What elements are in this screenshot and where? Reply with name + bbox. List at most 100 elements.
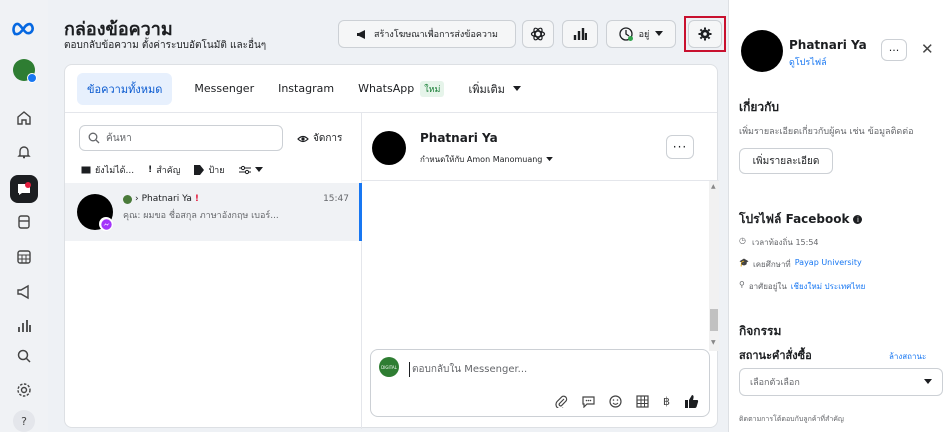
conversation-preview: คุณ: ผมขอ ชื่อสกุล ภาษาอังกฤษ เบอร์... <box>123 211 279 221</box>
global-nav: ? <box>0 0 48 432</box>
add-details-button[interactable]: เพิ่มรายละเอียด <box>739 148 833 174</box>
local-time: เวลาท้องถิ่น 15:54 <box>751 238 819 247</box>
location-row: ⚲ อาศัยอยู่ใน เชียงใหม่ ประเทศไทย <box>739 280 865 293</box>
tab-more[interactable]: เพิ่มเติม <box>468 80 521 98</box>
eye-icon <box>297 134 309 144</box>
order-status-select[interactable]: เลือกตัวเลือก <box>739 368 943 396</box>
tab-instagram[interactable]: Instagram <box>278 82 334 95</box>
page-avatar-icon[interactable] <box>13 59 37 83</box>
clock-icon: ◷ <box>739 236 746 245</box>
caret-down-icon <box>546 157 554 162</box>
home-icon[interactable] <box>7 103 41 133</box>
table-icon[interactable] <box>636 395 649 408</box>
fb-profile-title: โปรไฟล์ Facebook <box>739 212 850 226</box>
insights-icon[interactable] <box>7 311 41 341</box>
more-options-button[interactable]: ··· <box>666 135 694 159</box>
create-ad-label: สร้างโฆษณาเพื่อการส่งข้อความ <box>374 30 498 40</box>
local-time-row: ◷ เวลาท้องถิ่น 15:54 <box>739 236 819 249</box>
studied-prefix: เคยศึกษาที่ <box>752 260 791 269</box>
filter-options[interactable] <box>238 165 263 175</box>
lives-prefix: อาศัยอยู่ใน <box>748 282 787 291</box>
scroll-down-icon[interactable]: ▼ <box>711 339 716 346</box>
chat-header: Phatnari Ya กำหนดให้กับ Amon Manomuang ·… <box>362 113 719 181</box>
saved-reply-icon[interactable] <box>582 395 595 408</box>
manage-button[interactable]: จัดการ <box>297 131 342 146</box>
tab-whatsapp[interactable]: WhatsApp ใหม่ <box>358 80 445 97</box>
ads-icon[interactable] <box>7 277 41 307</box>
chat-scrollbar[interactable]: ▲ ▼ <box>709 181 719 351</box>
scroll-up-icon[interactable]: ▲ <box>711 183 716 190</box>
notifications-icon[interactable] <box>7 137 41 167</box>
exclamation-icon: ! <box>148 165 153 175</box>
planner-icon[interactable] <box>7 242 41 272</box>
search-input[interactable]: ค้นหา <box>79 125 283 151</box>
page-mini-icon <box>123 194 132 204</box>
availability-dropdown[interactable]: อยู่ <box>606 20 676 48</box>
list-item[interactable]: › Phatnari Ya ! 15:47 คุณ: ผมขอ ชื่อสกุล… <box>65 183 362 241</box>
new-badge: ใหม่ <box>420 80 445 97</box>
baht-icon[interactable]: ฿ <box>663 395 670 408</box>
chat-pane: Phatnari Ya กำหนดให้กับ Amon Manomuang ·… <box>362 113 719 429</box>
atom-icon <box>530 26 546 42</box>
settings-icon[interactable] <box>7 376 41 406</box>
scroll-thumb[interactable] <box>710 309 718 331</box>
tab-label: Messenger <box>194 82 255 95</box>
filter-unread[interactable]: ยังไม่ได้... <box>81 163 134 177</box>
about-title: เกี่ยวกับ <box>739 100 780 114</box>
tab-label: WhatsApp <box>358 82 415 95</box>
assigned-label: กำหนดให้กับ Amon Manomuang <box>420 155 543 164</box>
close-icon[interactable]: ✕ <box>921 40 934 58</box>
about-description: เพิ่มรายละเอียดเกี่ยวกับผู้คน เช่น ข้อมู… <box>739 127 914 137</box>
clear-status-link[interactable]: ล้างสถานะ <box>889 350 926 363</box>
create-ad-button[interactable]: สร้างโฆษณาเพื่อการส่งข้อความ <box>338 20 516 48</box>
tab-label: Instagram <box>278 82 335 95</box>
megaphone-icon <box>356 29 368 40</box>
page-avatar: DIGITAL <box>379 357 399 377</box>
education-row: 🎓 เคยศึกษาที่ Payap University <box>739 258 862 271</box>
sliders-icon <box>238 165 251 175</box>
filter-important[interactable]: ! สำคัญ <box>148 163 180 177</box>
help-icon[interactable]: ? <box>13 410 35 432</box>
filter-label-tag[interactable]: ป้าย <box>194 163 225 177</box>
order-status-title: สถานะคำสั่งซื้อ <box>739 349 812 362</box>
important-flag-icon: ! <box>194 194 199 204</box>
attachment-icon[interactable] <box>555 395 568 408</box>
availability-icon <box>619 27 633 41</box>
composer-placeholder[interactable]: ตอบกลับใน Messenger... <box>409 362 527 377</box>
assign-dropdown[interactable]: กำหนดให้กับ Amon Manomuang <box>420 153 554 166</box>
view-profile-link[interactable]: ดูโปรไฟล์ <box>789 55 827 69</box>
fb-profile-header: โปรไฟล์ Facebook i <box>739 210 863 229</box>
filter-label: ยังไม่ได้... <box>95 166 135 176</box>
profile-more-button[interactable]: ··· <box>881 39 907 61</box>
content-icon[interactable] <box>7 208 41 238</box>
message-composer[interactable]: DIGITAL ตอบกลับใน Messenger... ฿ <box>370 349 710 417</box>
inbox-card: ข้อความทั้งหมด Messenger Instagram Whats… <box>64 64 719 429</box>
tab-messenger[interactable]: Messenger <box>194 82 254 95</box>
info-icon[interactable]: i <box>853 215 863 224</box>
inbox-settings-button[interactable] <box>688 20 722 48</box>
inbox-icon[interactable] <box>10 174 38 203</box>
thumbs-up-icon[interactable] <box>684 394 699 409</box>
integrations-button[interactable] <box>522 20 554 48</box>
availability-label: อยู่ <box>638 30 650 40</box>
emoji-icon[interactable] <box>609 395 622 408</box>
composer-actions: ฿ <box>555 394 699 409</box>
conversation-title: › Phatnari Ya ! <box>123 194 199 204</box>
studied-place[interactable]: Payap University <box>795 258 862 271</box>
insights-button[interactable] <box>562 20 598 48</box>
inbox-main: กล่องข้อความ ตอบกลับข้อความ ตั้งค่าระบบอ… <box>48 0 728 432</box>
location-pin-icon: ⚲ <box>739 280 745 289</box>
contact-details-panel: Phatnari Ya ดูโปรไฟล์ ··· ✕ เกี่ยวกับ เพ… <box>728 0 949 432</box>
meta-logo-icon[interactable] <box>12 22 36 39</box>
lives-place[interactable]: เชียงใหม่ ประเทศไทย <box>791 280 866 293</box>
search-icon[interactable] <box>7 341 41 371</box>
tab-label: ข้อความทั้งหมด <box>87 82 163 96</box>
channel-tabs: ข้อความทั้งหมด Messenger Instagram Whats… <box>65 65 717 113</box>
conversation-time: 15:47 <box>323 194 349 204</box>
gear-icon <box>698 27 712 41</box>
avatar <box>741 30 783 72</box>
filter-bar: ยังไม่ได้... ! สำคัญ ป้าย <box>81 163 263 177</box>
page-subtitle: ตอบกลับข้อความ ตั้งค่าระบบอัตโนมัติ และอ… <box>64 40 267 51</box>
tab-all-messages[interactable]: ข้อความทั้งหมด <box>77 72 173 105</box>
select-placeholder: เลือกตัวเลือก <box>750 378 800 388</box>
